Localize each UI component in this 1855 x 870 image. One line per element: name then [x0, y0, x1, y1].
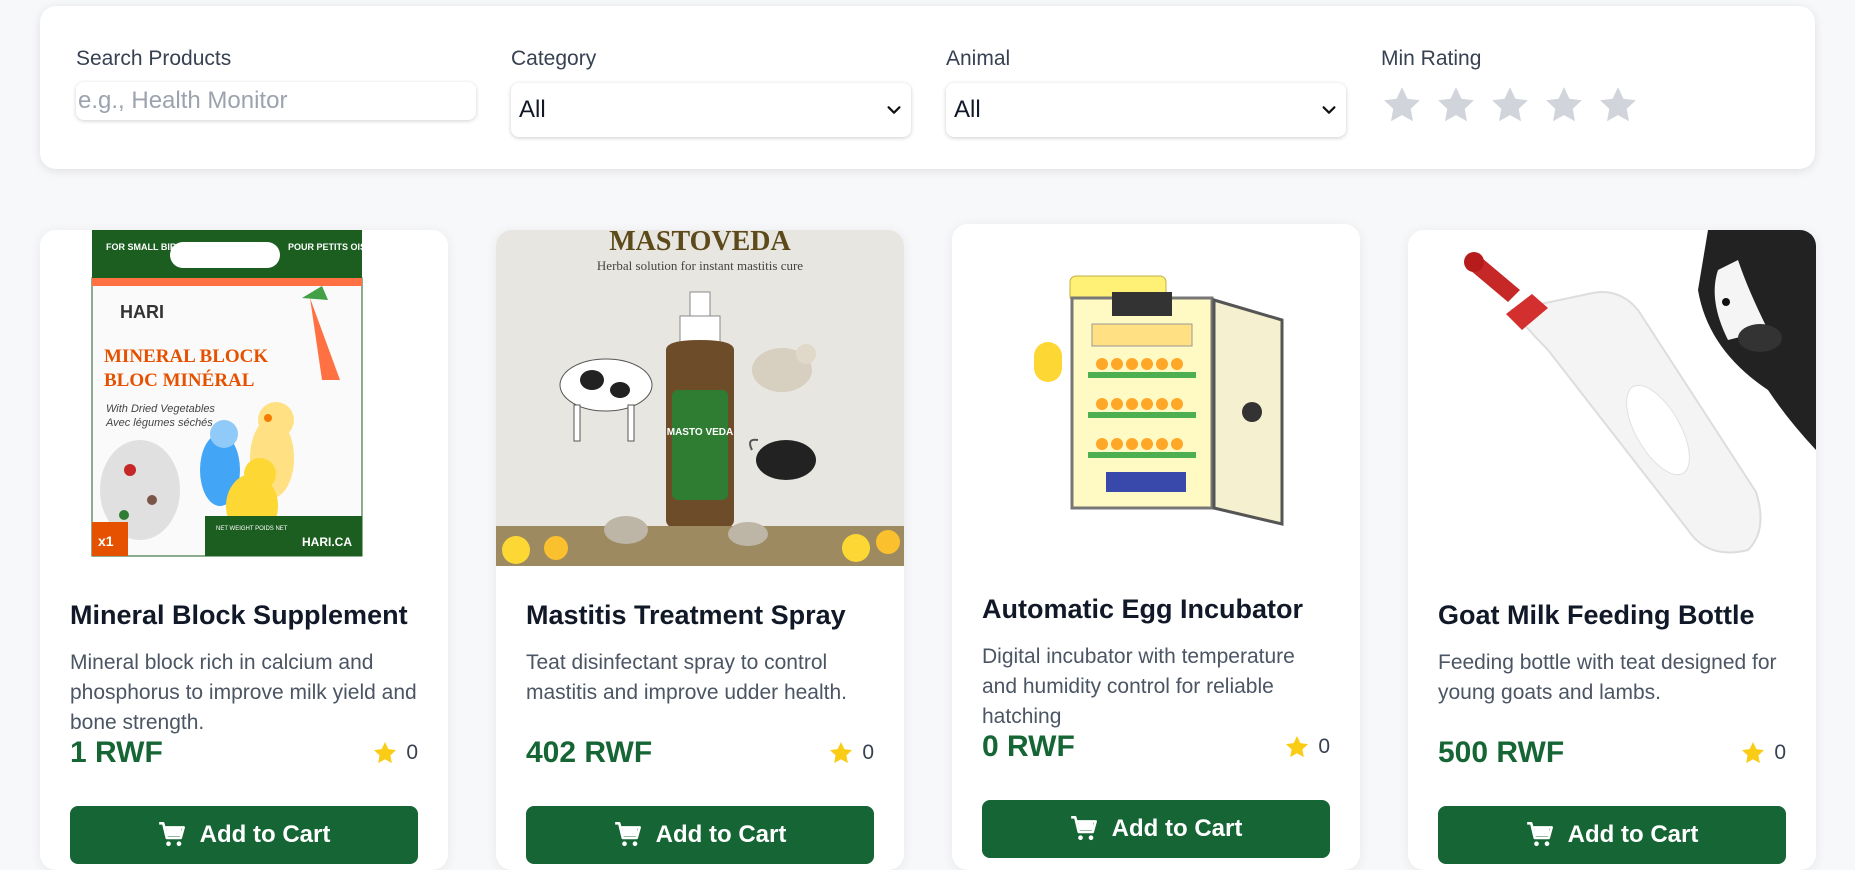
product-title: Mastitis Treatment Spray [526, 600, 846, 630]
star-icon[interactable] [1435, 84, 1477, 126]
rating-count: 0 [1774, 741, 1786, 764]
mastitis-spray-bottle-icon: MASTOVEDA Herbal solution for instant ma… [496, 230, 904, 566]
product-description: Digital incubator with temperature and h… [982, 645, 1295, 728]
svg-text:With Dried Vegetables: With Dried Vegetables [106, 403, 215, 415]
svg-text:HARI: HARI [120, 302, 164, 322]
star-icon[interactable] [1489, 84, 1531, 126]
product-image [1408, 230, 1816, 566]
svg-text:POUR PETITS OISEAUX: POUR PETITS OISEAUX [288, 242, 391, 252]
product-image [952, 224, 1360, 560]
rating-count: 0 [862, 741, 874, 764]
animal-label: Animal [946, 47, 1011, 70]
filter-bar: Search Products Category All Animal All … [40, 6, 1815, 169]
cart-icon [614, 822, 641, 847]
feeding-bottle-with-cow-icon [1408, 230, 1816, 566]
product-description: Feeding bottle with teat designed for yo… [1438, 651, 1777, 704]
add-to-cart-button[interactable]: Add to Cart [70, 806, 418, 864]
product-card[interactable]: FOR SMALL BIRDS POUR PETITS OISEAUX HARI… [40, 230, 448, 870]
cart-icon [1070, 816, 1097, 841]
animal-select[interactable]: All [946, 83, 1346, 137]
product-title: Automatic Egg Incubator [982, 594, 1304, 624]
add-to-cart-button[interactable]: Add to Cart [1438, 806, 1786, 864]
rating-count: 0 [406, 741, 418, 764]
product-card[interactable]: MASTOVEDA Herbal solution for instant ma… [496, 230, 904, 870]
star-icon [830, 741, 853, 764]
mineral-block-package-icon: FOR SMALL BIRDS POUR PETITS OISEAUX HARI… [40, 230, 448, 566]
search-label: Search Products [76, 47, 232, 70]
add-to-cart-label: Add to Cart [1567, 821, 1699, 848]
category-select[interactable]: All [511, 83, 911, 137]
product-price: 0 RWF [982, 730, 1075, 763]
product-price: 500 RWF [1438, 736, 1565, 769]
star-icon[interactable] [1381, 84, 1423, 126]
egg-incubator-icon [952, 224, 1360, 560]
svg-text:NET WEIGHT POIDS NET: NET WEIGHT POIDS NET [216, 526, 288, 532]
svg-text:FOR SMALL BIRDS: FOR SMALL BIRDS [106, 242, 189, 252]
add-to-cart-label: Add to Cart [1111, 815, 1243, 842]
product-price: 402 RWF [526, 736, 653, 769]
product-card[interactable]: Goat Milk Feeding Bottle Feeding bottle … [1408, 230, 1816, 870]
product-price: 1 RWF [70, 736, 163, 769]
product-title: Mineral Block Supplement [70, 600, 408, 630]
animal-select-value: All [954, 96, 981, 123]
chevron-down-icon [1322, 106, 1336, 114]
product-card[interactable]: Automatic Egg Incubator Digital incubato… [952, 224, 1360, 870]
star-icon[interactable] [1543, 84, 1585, 126]
product-rating: 0 [1740, 740, 1786, 766]
chevron-down-icon [887, 106, 901, 114]
product-description: Teat disinfectant spray to control masti… [526, 651, 847, 704]
star-icon[interactable] [1597, 84, 1639, 126]
product-image: MASTOVEDA Herbal solution for instant ma… [496, 230, 904, 566]
category-select-value: All [519, 96, 546, 123]
star-icon [1742, 741, 1765, 764]
svg-text:HARI.CA: HARI.CA [302, 535, 352, 549]
cart-icon [1526, 822, 1553, 847]
product-title: Goat Milk Feeding Bottle [1438, 600, 1755, 630]
svg-text:MASTO VEDA: MASTO VEDA [667, 427, 734, 438]
svg-text:Avec légumes séchés: Avec légumes séchés [105, 417, 213, 429]
rating-label: Min Rating [1381, 47, 1482, 70]
search-input[interactable] [76, 82, 476, 120]
svg-text:x1: x1 [98, 533, 114, 549]
add-to-cart-label: Add to Cart [655, 821, 787, 848]
add-to-cart-label: Add to Cart [199, 821, 331, 848]
add-to-cart-button[interactable]: Add to Cart [982, 800, 1330, 858]
product-description: Mineral block rich in calcium and phosph… [70, 651, 417, 734]
rating-filter: Min Rating [1381, 46, 1636, 122]
add-to-cart-button[interactable]: Add to Cart [526, 806, 874, 864]
svg-text:MASTOVEDA: MASTOVEDA [609, 230, 791, 257]
rating-count: 0 [1318, 735, 1330, 758]
product-rating: 0 [828, 740, 874, 766]
category-label: Category [511, 47, 597, 70]
product-image: FOR SMALL BIRDS POUR PETITS OISEAUX HARI… [40, 230, 448, 566]
svg-text:BLOC MINÉRAL: BLOC MINÉRAL [104, 369, 254, 391]
search-filter: Search Products [76, 46, 476, 120]
svg-text:MINERAL BLOCK: MINERAL BLOCK [104, 346, 268, 367]
category-filter: Category All [511, 46, 911, 137]
animal-filter: Animal All [946, 46, 1346, 137]
svg-text:Herbal solution for instant ma: Herbal solution for instant mastitis cur… [597, 258, 803, 273]
product-rating: 0 [1284, 734, 1330, 760]
star-icon [374, 741, 397, 764]
star-icon [1286, 735, 1309, 758]
cart-icon [158, 822, 185, 847]
rating-stars [1381, 84, 1639, 126]
product-rating: 0 [372, 740, 418, 766]
